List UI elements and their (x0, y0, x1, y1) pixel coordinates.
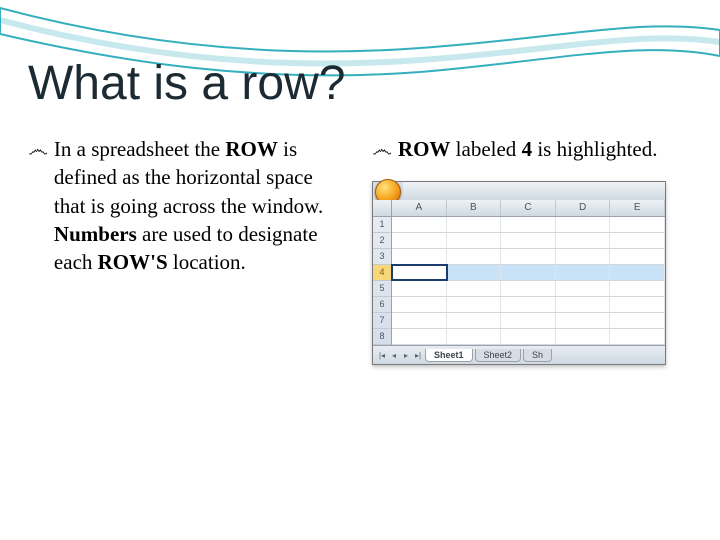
text-bold: ROW'S (98, 250, 168, 274)
row-header: 8 (373, 329, 391, 345)
row-header: 6 (373, 297, 391, 313)
col-header: B (447, 200, 502, 216)
text: location. (168, 250, 246, 274)
row-header: 7 (373, 313, 391, 329)
row-header: 5 (373, 281, 391, 297)
slide-title: What is a row? (28, 56, 680, 111)
highlighted-row (392, 265, 665, 281)
bullet-icon: ෴ (28, 135, 48, 277)
col-header: D (556, 200, 611, 216)
spreadsheet-image: 1 2 3 4 5 6 7 8 A B C D (372, 181, 666, 365)
sheet-tab: Sh (523, 349, 552, 362)
text: is highlighted. (532, 137, 657, 161)
nav-first-icon: |◂ (377, 350, 387, 360)
col-header: A (392, 200, 447, 216)
bullet-left: ෴ In a spreadsheet the ROW is defined as… (28, 135, 336, 277)
nav-last-icon: ▸| (413, 350, 423, 360)
bullet-right: ෴ ROW labeled 4 is highlighted. (372, 135, 680, 163)
text-bold: Numbers (54, 222, 137, 246)
row-header-highlight: 4 (373, 265, 391, 281)
text: In a spreadsheet the (54, 137, 225, 161)
col-header: C (501, 200, 556, 216)
row-header: 2 (373, 233, 391, 249)
sheet-tab: Sheet2 (475, 349, 522, 362)
row-header: 1 (373, 217, 391, 233)
sheet-tab-active: Sheet1 (425, 349, 473, 362)
nav-prev-icon: ◂ (389, 350, 399, 360)
text-bold: ROW (398, 137, 451, 161)
row-header: 3 (373, 249, 391, 265)
col-header: E (610, 200, 665, 216)
nav-next-icon: ▸ (401, 350, 411, 360)
text-bold: ROW (225, 137, 278, 161)
bullet-icon: ෴ (372, 135, 392, 163)
text-bold: 4 (522, 137, 533, 161)
text: labeled (450, 137, 521, 161)
